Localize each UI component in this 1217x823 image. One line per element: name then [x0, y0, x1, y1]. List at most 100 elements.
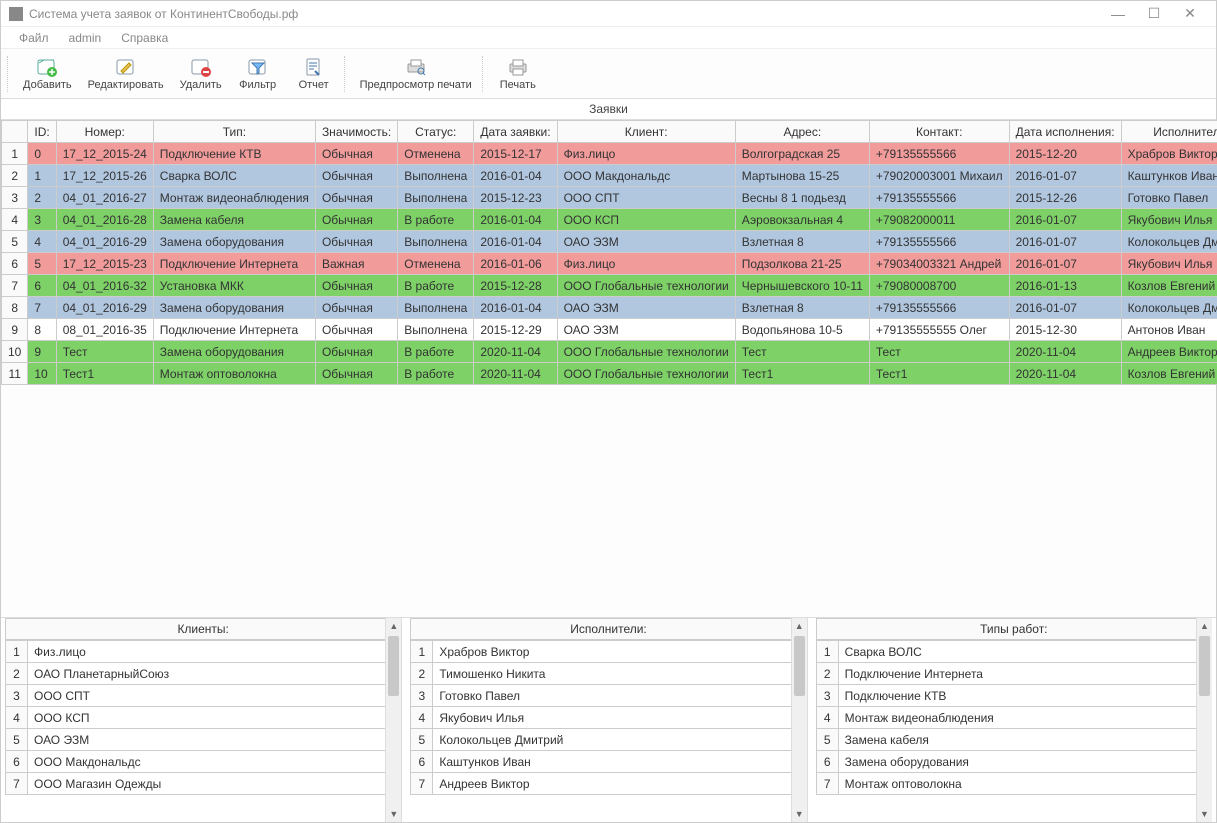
table-cell[interactable]: +79080008700 [869, 275, 1009, 297]
table-cell[interactable]: 0 [28, 143, 56, 165]
column-header[interactable]: ID: [28, 121, 56, 143]
table-cell[interactable]: +79135555566 [869, 143, 1009, 165]
table-cell[interactable]: Тест1 [56, 363, 153, 385]
table-cell[interactable]: +79135555555 Олег [869, 319, 1009, 341]
table-cell[interactable]: Замена оборудования [153, 231, 315, 253]
list-item[interactable]: 1Храбров Виктор [411, 641, 806, 663]
table-cell[interactable]: Водопьянова 10-5 [735, 319, 869, 341]
table-cell[interactable]: 2016-01-06 [474, 253, 557, 275]
table-cell[interactable]: 17_12_2015-26 [56, 165, 153, 187]
table-cell[interactable]: Тест1 [735, 363, 869, 385]
table-row[interactable]: 9808_01_2016-35Подключение ИнтернетаОбыч… [2, 319, 1217, 341]
table-cell[interactable]: 2015-12-20 [1009, 143, 1121, 165]
table-cell[interactable]: Обычная [315, 231, 397, 253]
types-scrollbar[interactable]: ▲▼ [1196, 618, 1212, 822]
table-cell[interactable]: 17_12_2015-24 [56, 143, 153, 165]
workers-scrollbar[interactable]: ▲▼ [791, 618, 807, 822]
clients-scrollbar[interactable]: ▲▼ [385, 618, 401, 822]
table-cell[interactable]: 2016-01-04 [474, 231, 557, 253]
table-cell[interactable]: ОАО ЭЗМ [557, 319, 735, 341]
table-cell[interactable]: Взлетная 8 [735, 297, 869, 319]
table-cell[interactable]: 04_01_2016-29 [56, 231, 153, 253]
table-cell[interactable]: ООО Глобальные технологии [557, 341, 735, 363]
table-cell[interactable]: +79082000011 [869, 209, 1009, 231]
table-cell[interactable]: Якубович Илья [1121, 209, 1217, 231]
table-cell[interactable]: Замена оборудования [153, 341, 315, 363]
table-cell[interactable]: Выполнена [398, 187, 474, 209]
table-cell[interactable]: 2016-01-07 [1009, 165, 1121, 187]
table-cell[interactable]: Аэровокзальная 4 [735, 209, 869, 231]
table-cell[interactable]: Колокольцев Дмитрий [1121, 297, 1217, 319]
column-header[interactable]: Статус: [398, 121, 474, 143]
table-cell[interactable]: 2016-01-13 [1009, 275, 1121, 297]
table-cell[interactable]: Отменена [398, 253, 474, 275]
table-cell[interactable]: Храбров Виктор [1121, 143, 1217, 165]
table-cell[interactable]: +79034003321 Андрей [869, 253, 1009, 275]
delete-button[interactable]: Удалить [172, 55, 230, 93]
table-cell[interactable]: Монтаж оптоволокна [153, 363, 315, 385]
column-header[interactable]: Исполнитель [1121, 121, 1217, 143]
table-cell[interactable]: Замена кабеля [153, 209, 315, 231]
table-cell[interactable]: 10 [28, 363, 56, 385]
table-cell[interactable]: Обычная [315, 319, 397, 341]
column-header[interactable]: Контакт: [869, 121, 1009, 143]
list-item[interactable]: 2ОАО ПланетарныйСоюз [6, 663, 401, 685]
table-cell[interactable]: +79135555566 [869, 231, 1009, 253]
table-row[interactable]: 7604_01_2016-32Установка МККОбычнаяВ раб… [2, 275, 1217, 297]
list-item[interactable]: 7Монтаж оптоволокна [816, 773, 1211, 795]
table-cell[interactable]: ОАО ЭЗМ [557, 231, 735, 253]
table-cell[interactable]: Тест [869, 341, 1009, 363]
print-preview-button[interactable]: Предпросмотр печати [352, 55, 480, 93]
menu-help[interactable]: Справка [111, 29, 178, 47]
table-cell[interactable]: 04_01_2016-27 [56, 187, 153, 209]
edit-button[interactable]: Редактировать [80, 55, 172, 93]
table-cell[interactable]: 2016-01-04 [474, 165, 557, 187]
table-cell[interactable]: 04_01_2016-32 [56, 275, 153, 297]
table-cell[interactable]: 8 [28, 319, 56, 341]
table-cell[interactable]: ООО Глобальные технологии [557, 363, 735, 385]
table-cell[interactable]: Физ.лицо [557, 143, 735, 165]
table-cell[interactable]: ООО КСП [557, 209, 735, 231]
table-cell[interactable]: 4 [28, 231, 56, 253]
list-item[interactable]: 3ООО СПТ [6, 685, 401, 707]
table-cell[interactable]: +79020003001 Михаил [869, 165, 1009, 187]
table-cell[interactable]: Подключение Интернета [153, 253, 315, 275]
table-cell[interactable]: 17_12_2015-23 [56, 253, 153, 275]
table-cell[interactable]: В работе [398, 341, 474, 363]
list-item[interactable]: 3Подключение КТВ [816, 685, 1211, 707]
table-cell[interactable]: 6 [28, 275, 56, 297]
table-cell[interactable]: 2015-12-29 [474, 319, 557, 341]
table-row[interactable]: 1110Тест1Монтаж оптоволокнаОбычнаяВ рабо… [2, 363, 1217, 385]
column-header[interactable]: Дата заявки: [474, 121, 557, 143]
table-cell[interactable]: 5 [28, 253, 56, 275]
table-cell[interactable]: 7 [28, 297, 56, 319]
table-cell[interactable]: Установка МКК [153, 275, 315, 297]
table-cell[interactable]: Монтаж видеонаблюдения [153, 187, 315, 209]
table-cell[interactable]: Колокольцев Дмитрий [1121, 231, 1217, 253]
table-cell[interactable]: Тест [56, 341, 153, 363]
table-cell[interactable]: 2016-01-04 [474, 209, 557, 231]
list-item[interactable]: 2Подключение Интернета [816, 663, 1211, 685]
list-item[interactable]: 1Сварка ВОЛС [816, 641, 1211, 663]
table-cell[interactable]: 2016-01-04 [474, 297, 557, 319]
table-cell[interactable]: +79135555566 [869, 187, 1009, 209]
table-cell[interactable]: 2020-11-04 [474, 363, 557, 385]
table-cell[interactable]: 2015-12-23 [474, 187, 557, 209]
table-cell[interactable]: Выполнена [398, 165, 474, 187]
menu-file[interactable]: Файл [9, 29, 59, 47]
minimize-button[interactable]: — [1100, 3, 1136, 25]
table-cell[interactable]: Готовко Павел [1121, 187, 1217, 209]
filter-button[interactable]: Фильтр [230, 55, 286, 93]
table-cell[interactable]: 2020-11-04 [1009, 363, 1121, 385]
table-cell[interactable]: Отменена [398, 143, 474, 165]
menu-admin[interactable]: admin [59, 29, 112, 47]
print-button[interactable]: Печать [490, 55, 546, 93]
workers-list[interactable]: 1Храбров Виктор2Тимошенко Никита3Готовко… [410, 640, 806, 822]
table-cell[interactable]: Каштунков Иван [1121, 165, 1217, 187]
list-item[interactable]: 5Колокольцев Дмитрий [411, 729, 806, 751]
table-cell[interactable]: Обычная [315, 297, 397, 319]
table-cell[interactable]: Чернышевского 10-11 [735, 275, 869, 297]
table-cell[interactable]: 9 [28, 341, 56, 363]
list-item[interactable]: 7ООО Магазин Одежды [6, 773, 401, 795]
close-button[interactable]: ✕ [1172, 3, 1208, 25]
